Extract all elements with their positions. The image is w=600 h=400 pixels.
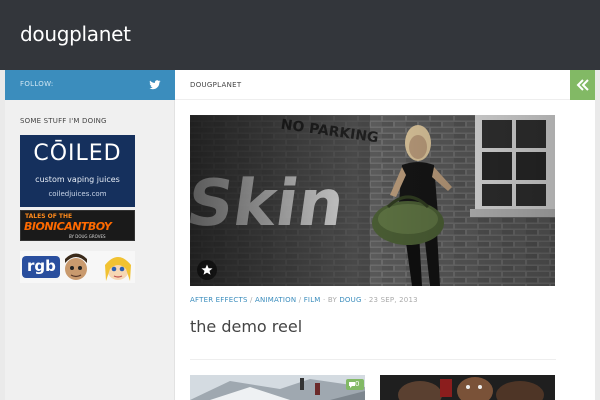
site-title[interactable]: dougplanet	[20, 22, 131, 46]
meta-by-label: · BY	[320, 296, 340, 304]
meta-separator: /	[247, 296, 256, 304]
coiled-url: coiledjuices.com	[48, 190, 107, 198]
post-thumbnail[interactable]	[190, 375, 365, 400]
thumbnail-photo	[190, 375, 365, 400]
comment-count: 0	[355, 380, 360, 388]
breadcrumb-bar: DOUGPLANET	[175, 70, 570, 100]
sidebar-collapse-button[interactable]	[570, 70, 595, 100]
coiled-tagline: custom vaping juices	[35, 175, 120, 184]
follow-bar: FOLLOW:	[5, 70, 175, 100]
rgb-badge: rgb	[22, 256, 60, 278]
post-title[interactable]: the demo reel	[190, 317, 302, 336]
category-link[interactable]: AFTER EFFECTS	[190, 296, 248, 304]
bionic-top-text: TALES OF THE	[25, 213, 73, 220]
featured-image[interactable]: Skin NO PARKING	[190, 115, 555, 286]
post-divider	[190, 359, 556, 360]
coiled-logo: CŌILED	[33, 141, 122, 166]
post-meta: AFTER EFFECTS / ANIMATION / FILM · BY DO…	[190, 296, 418, 304]
double-chevron-left-icon	[576, 79, 589, 91]
coiled-ad[interactable]: CŌILED custom vaping juices coiledjuices…	[20, 135, 135, 207]
site-header: dougplanet	[0, 0, 600, 70]
bionic-title: BIONICANTBOY	[24, 220, 112, 233]
category-link[interactable]: FILM	[304, 296, 321, 304]
rgb-text: rgb	[27, 257, 56, 275]
post-thumbnail[interactable]	[380, 375, 555, 400]
widget-title: SOME STUFF I'M DOING	[20, 117, 107, 125]
twitter-icon[interactable]	[149, 79, 161, 91]
featured-badge	[197, 260, 217, 280]
comment-count-badge[interactable]: 0	[346, 379, 364, 390]
rgb-ad[interactable]: rgb	[20, 251, 135, 283]
thumbnail-photo	[380, 375, 555, 400]
breadcrumb[interactable]: DOUGPLANET	[190, 81, 241, 89]
star-icon	[201, 264, 213, 275]
bionic-antboy-ad[interactable]: TALES OF THE BIONICANTBOY BY DOUG GROVES	[20, 210, 135, 241]
category-link[interactable]: ANIMATION	[255, 296, 296, 304]
meta-separator: /	[296, 296, 304, 304]
author-link[interactable]: DOUG	[339, 296, 361, 304]
bionic-byline: BY DOUG GROVES	[69, 234, 106, 239]
cartoon-faces-image	[65, 253, 131, 281]
post-date: · 23 SEP, 2013	[361, 296, 418, 304]
follow-label: FOLLOW:	[20, 80, 54, 88]
featured-photo: Skin NO PARKING	[190, 115, 555, 286]
